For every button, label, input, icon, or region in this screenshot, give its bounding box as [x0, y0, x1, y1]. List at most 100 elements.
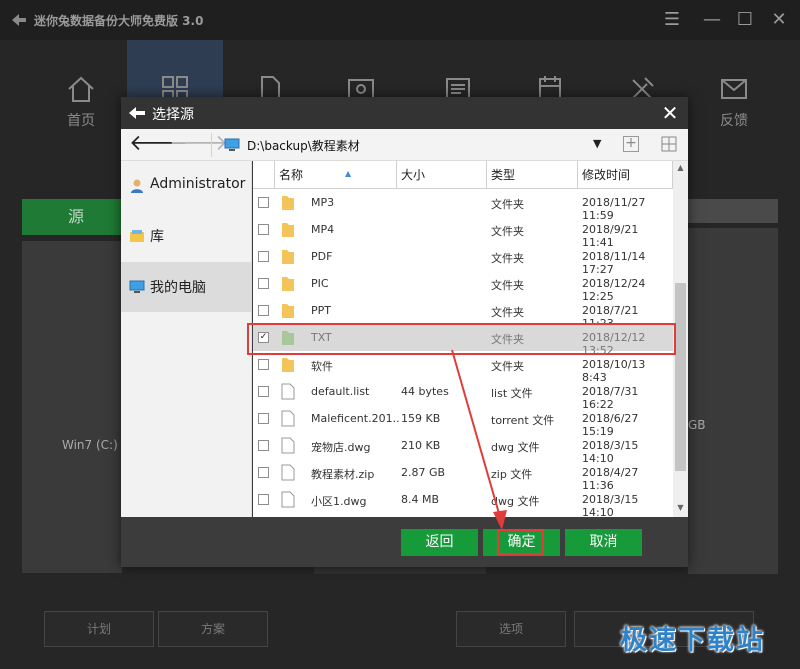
row-checkbox[interactable] [258, 386, 269, 397]
close-icon[interactable]: ✕ [767, 8, 791, 32]
row-checkbox[interactable] [258, 440, 269, 451]
table-row[interactable]: PDF 文件夹 2018/11/14 17:27 [253, 243, 673, 276]
watermark-text: 极速下载站 [620, 625, 765, 656]
nav-home[interactable]: 首页 [33, 40, 129, 150]
file-type: 文件夹 [491, 279, 524, 292]
nav-feedback[interactable]: 反馈 [686, 40, 782, 150]
computer-icon [129, 280, 145, 293]
file-name: Maleficent.201... [311, 412, 399, 425]
nav-feedback-label: 反馈 [720, 113, 748, 129]
row-checkbox[interactable] [258, 197, 269, 208]
table-row[interactable]: 宠物店.dwg 210 KB dwg 文件 2018/3/15 14:10 [253, 432, 673, 465]
dialog-close-icon[interactable]: ✕ [659, 102, 681, 124]
table-row[interactable]: MP3 文件夹 2018/11/27 11:59 [253, 189, 673, 222]
folder-icon [281, 248, 295, 265]
table-row[interactable]: PPT文件夹2018/7/21 11:23 [253, 297, 673, 330]
options-button[interactable]: 选项 [456, 611, 566, 647]
dialog-toolbar: 🡐 🡒 D:\backup\教程素材 ▼ + [121, 129, 688, 161]
file-type: 文件夹 [491, 360, 524, 373]
scroll-up-icon[interactable]: ▲ [673, 161, 688, 175]
column-header-name[interactable]: 名称 ▲ [275, 161, 397, 189]
file-icon [281, 410, 295, 427]
view-toggle-icon[interactable] [661, 136, 677, 152]
file-type: torrent 文件 [491, 414, 555, 427]
column-header-checkbox [253, 161, 275, 189]
row-checkbox[interactable] [258, 305, 269, 316]
library-icon [130, 230, 144, 242]
dialog-footer: 返回 确定 取消 [121, 517, 688, 567]
column-header-type[interactable]: 类型 [487, 161, 578, 189]
table-row[interactable]: PIC 文件夹 2018/12/24 12:25 [253, 270, 673, 303]
column-header-label: 名称 [279, 168, 304, 182]
file-type: zip 文件 [491, 468, 533, 481]
table-row[interactable]: 教程素材.zip 2.87 GB zip 文件 2018/4/27 11:36 [253, 459, 673, 492]
scheme-button[interactable]: 方案 [158, 611, 268, 647]
file-icon [281, 464, 295, 481]
column-header-size[interactable]: 大小 [397, 161, 487, 189]
user-icon [131, 179, 143, 193]
menu-icon[interactable]: ☰ [660, 8, 684, 32]
panel-divider [314, 566, 486, 574]
table-row[interactable]: Maleficent.201... 159 KB torrent 文件 2018/6/… [253, 405, 673, 438]
row-checkbox[interactable] [258, 494, 269, 505]
maximize-icon[interactable]: ☐ [733, 8, 757, 32]
file-size: 2.87 GB [401, 466, 446, 479]
table-row[interactable]: 小区1.dwg 8.4 MB dwg 文件 2018/3/15 14:10 [253, 486, 673, 519]
row-checkbox[interactable] [258, 251, 269, 262]
file-icon [281, 491, 295, 508]
file-name: 小区1.dwg [311, 495, 367, 508]
new-folder-icon[interactable]: + [623, 136, 639, 152]
sidebar-item-label: Administrator [150, 176, 246, 192]
back-arrow-icon[interactable]: 🡐 [129, 133, 188, 157]
sidebar-item-administrator[interactable]: Administrator [121, 161, 252, 211]
file-name: default.list [311, 385, 370, 398]
highlight-box-row [247, 323, 676, 355]
row-checkbox[interactable] [258, 224, 269, 235]
file-type: list 文件 [491, 387, 533, 400]
file-type: 文件夹 [491, 225, 524, 238]
dialog-sidebar: Administrator 库 我的电脑 [121, 161, 252, 517]
cancel-button[interactable]: 取消 [565, 529, 642, 556]
table-row[interactable]: 软件 文件夹 2018/10/13 8:43 [253, 351, 673, 384]
table-row[interactable]: MP4 文件夹 2018/9/21 11:41 [253, 216, 673, 249]
scroll-thumb[interactable] [675, 283, 686, 471]
folder-icon [281, 302, 295, 319]
dialog-logo-icon [129, 107, 145, 119]
file-icon [281, 383, 295, 400]
source-panel[interactable] [22, 241, 122, 573]
folder-icon [281, 194, 295, 211]
path-bar[interactable]: D:\backup\教程素材 [247, 137, 360, 154]
back-button[interactable]: 返回 [401, 529, 478, 556]
file-size: 44 bytes [401, 385, 449, 398]
path-dropdown-icon[interactable]: ▼ [593, 137, 601, 150]
file-name: PDF [311, 250, 333, 263]
row-checkbox[interactable] [258, 359, 269, 370]
home-icon [68, 76, 94, 102]
file-name: MP3 [311, 196, 335, 209]
sidebar-item-library[interactable]: 库 [121, 211, 252, 261]
dialog-titlebar: 选择源 ✕ [121, 97, 688, 129]
mail-icon [721, 79, 747, 99]
destination-panel[interactable] [688, 228, 778, 574]
row-checkbox[interactable] [258, 278, 269, 289]
table-row[interactable]: default.list 44 bytes list 文件 2018/7/31 16:… [253, 378, 673, 411]
app-titlebar: 迷你兔数据备份大师免费版 3.0 ☰ — ☐ ✕ [0, 0, 800, 40]
row-checkbox[interactable] [258, 467, 269, 478]
scroll-down-icon[interactable]: ▼ [673, 501, 688, 515]
minimize-icon[interactable]: — [700, 8, 724, 32]
sidebar-item-my-computer[interactable]: 我的电脑 [121, 262, 252, 312]
file-size: 8.4 MB [401, 493, 440, 506]
file-name: PPT [311, 304, 331, 317]
row-checkbox[interactable] [258, 413, 269, 424]
file-name: 宠物店.dwg [311, 441, 371, 454]
column-header-modified[interactable]: 修改时间 [578, 161, 673, 189]
toolbar-divider [211, 133, 212, 157]
forward-arrow-icon[interactable]: 🡒 [169, 133, 228, 157]
sidebar-item-label: 库 [150, 229, 164, 245]
dialog-title: 选择源 [152, 107, 194, 123]
app-logo-icon [12, 14, 26, 26]
file-name: PIC [311, 277, 329, 290]
source-header[interactable]: 源 [22, 199, 130, 235]
schedule-button[interactable]: 计划 [44, 611, 154, 647]
destination-header[interactable] [688, 199, 778, 223]
